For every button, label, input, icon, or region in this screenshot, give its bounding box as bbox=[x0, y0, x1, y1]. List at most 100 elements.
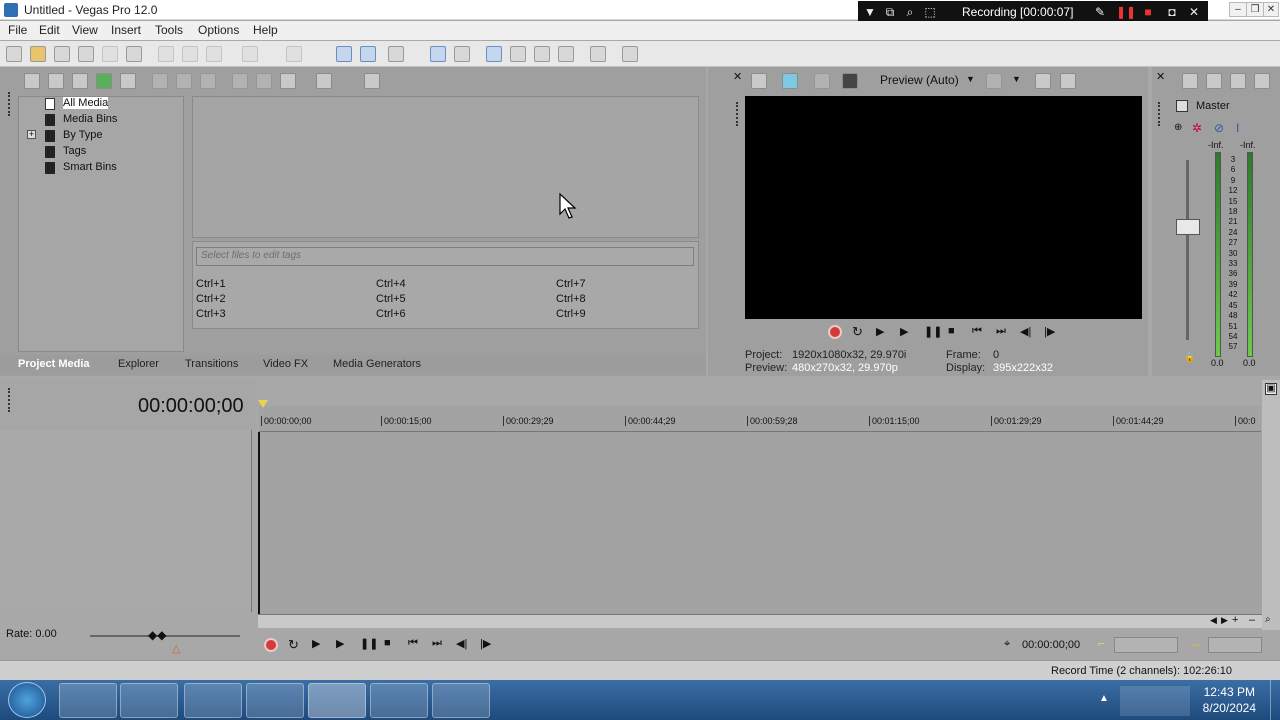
go-to-end-icon[interactable]: ⏭ bbox=[996, 325, 1010, 339]
new-project-icon[interactable] bbox=[6, 46, 22, 62]
menu-tools[interactable]: Tools bbox=[155, 23, 183, 37]
region-icon[interactable]: ⬚ bbox=[922, 4, 938, 20]
loop-playback-icon[interactable]: ↻ bbox=[852, 325, 866, 339]
cut-icon[interactable] bbox=[158, 46, 174, 62]
auto-crossfade-icon[interactable] bbox=[430, 46, 446, 62]
fx-icon[interactable]: ✲ bbox=[1192, 121, 1202, 135]
properties-media-icon[interactable] bbox=[176, 73, 192, 89]
taskbar-recorder-icon[interactable] bbox=[308, 683, 366, 718]
record-icon[interactable] bbox=[828, 325, 842, 339]
shortcut-ctrl-2[interactable]: Ctrl+2 bbox=[196, 293, 226, 305]
delete-icon[interactable] bbox=[152, 73, 168, 89]
external-monitor-icon[interactable] bbox=[782, 73, 798, 89]
previous-frame-icon[interactable]: ◀| bbox=[1020, 325, 1034, 339]
next-frame-icon[interactable]: |▶ bbox=[480, 637, 494, 651]
dock-handle[interactable] bbox=[1158, 102, 1162, 126]
rate-slider-handle-icon[interactable]: ◆◆ bbox=[148, 628, 166, 642]
zoom-edit-tool-icon[interactable] bbox=[558, 46, 574, 62]
taskbar-play-icon[interactable] bbox=[432, 683, 490, 718]
chevron-down-icon[interactable]: ▼ bbox=[966, 74, 975, 84]
overlays-icon[interactable] bbox=[986, 73, 1002, 89]
play-icon[interactable]: ▶ bbox=[900, 325, 914, 339]
get-media-web-icon[interactable] bbox=[72, 73, 88, 89]
chevron-down-icon[interactable]: ▼ bbox=[1012, 74, 1021, 84]
restore-button[interactable]: ❐ bbox=[1246, 2, 1264, 17]
preview-quality-dropdown[interactable]: Preview (Auto) bbox=[880, 73, 959, 87]
close-recorder-icon[interactable]: ✕ bbox=[1186, 4, 1202, 20]
pause-record-icon[interactable]: ❚❚ bbox=[1116, 4, 1136, 20]
undo-icon[interactable] bbox=[242, 46, 258, 62]
save-icon[interactable] bbox=[54, 46, 70, 62]
auto-preview-icon[interactable] bbox=[280, 73, 296, 89]
solo-icon[interactable]: I bbox=[1236, 121, 1239, 135]
snapping-icon[interactable] bbox=[388, 46, 404, 62]
cursor-time[interactable]: 00:00:00;00 bbox=[1022, 639, 1080, 651]
dropdown-icon[interactable]: ▼ bbox=[862, 4, 878, 20]
import-media-icon[interactable] bbox=[24, 73, 40, 89]
stop-record-icon[interactable]: ■ bbox=[1140, 4, 1156, 20]
envelope-edit-tool-icon[interactable] bbox=[510, 46, 526, 62]
shortcut-ctrl-8[interactable]: Ctrl+8 bbox=[556, 293, 586, 305]
pen-icon[interactable]: ✎ bbox=[1092, 4, 1108, 20]
lock-icon[interactable]: 🔒 bbox=[1184, 352, 1195, 363]
start-preview-icon[interactable] bbox=[232, 73, 248, 89]
redo-icon[interactable] bbox=[286, 46, 302, 62]
shortcut-ctrl-7[interactable]: Ctrl+7 bbox=[556, 278, 586, 290]
taskbar-7zip-icon[interactable] bbox=[370, 683, 428, 718]
copy-icon[interactable] bbox=[182, 46, 198, 62]
dock-handle[interactable] bbox=[8, 388, 12, 412]
vegas-app-icon[interactable] bbox=[4, 3, 18, 17]
next-frame-icon[interactable]: |▶ bbox=[1044, 325, 1058, 339]
copy-snapshot-icon[interactable] bbox=[1035, 73, 1051, 89]
camera-icon[interactable]: ◘ bbox=[1164, 4, 1180, 20]
taskbar-globe-icon[interactable] bbox=[184, 683, 242, 718]
tags-input[interactable]: Select files to edit tags bbox=[196, 247, 694, 266]
menu-options[interactable]: Options bbox=[198, 23, 239, 37]
minimize-button[interactable]: – bbox=[1229, 2, 1247, 17]
previous-frame-icon[interactable]: ◀| bbox=[456, 637, 470, 651]
open-icon[interactable] bbox=[30, 46, 46, 62]
tab-project-media[interactable]: Project Media bbox=[18, 358, 90, 370]
lock-envelopes-icon[interactable] bbox=[360, 46, 376, 62]
menu-file[interactable]: File bbox=[8, 23, 27, 37]
track-list[interactable] bbox=[0, 430, 252, 612]
go-to-start-icon[interactable]: ⏮ bbox=[972, 325, 986, 339]
views-icon[interactable] bbox=[316, 73, 332, 89]
tab-video-fx[interactable]: Video FX bbox=[263, 358, 308, 370]
mute-icon[interactable]: ⊘ bbox=[1214, 121, 1224, 135]
vertical-scrollbar[interactable] bbox=[1262, 380, 1280, 630]
scroll-right-icon[interactable]: ▶ bbox=[1221, 615, 1228, 626]
show-desktop-button[interactable] bbox=[1270, 680, 1280, 720]
taskbar-media-player-icon[interactable] bbox=[120, 683, 178, 718]
media-fx-icon[interactable] bbox=[120, 73, 136, 89]
stop-icon[interactable]: ■ bbox=[948, 325, 962, 339]
taskbar-vegas-icon[interactable] bbox=[59, 683, 117, 718]
tab-media-generators[interactable]: Media Generators bbox=[333, 358, 421, 370]
length-time-field[interactable] bbox=[1208, 637, 1262, 653]
capture-video-icon[interactable] bbox=[48, 73, 64, 89]
dock-handle[interactable] bbox=[736, 102, 740, 126]
dock-handle[interactable] bbox=[8, 92, 12, 116]
tab-explorer[interactable]: Explorer bbox=[118, 358, 159, 370]
start-button[interactable] bbox=[8, 682, 46, 718]
online-help-icon[interactable] bbox=[590, 46, 606, 62]
auto-ripple-icon[interactable] bbox=[336, 46, 352, 62]
normal-edit-tool-icon[interactable] bbox=[486, 46, 502, 62]
stop-icon[interactable]: ■ bbox=[384, 637, 398, 651]
master-fader-handle[interactable] bbox=[1176, 219, 1200, 235]
pan-icon[interactable]: ⊕ bbox=[1174, 122, 1182, 133]
track-area[interactable] bbox=[258, 432, 1262, 614]
ignore-grouping-icon[interactable] bbox=[454, 46, 470, 62]
whats-this-help-icon[interactable] bbox=[622, 46, 638, 62]
shortcut-ctrl-5[interactable]: Ctrl+5 bbox=[376, 293, 406, 305]
close-button[interactable]: ✕ bbox=[1263, 2, 1279, 17]
play-icon[interactable]: ▶ bbox=[336, 637, 350, 651]
add-bin-icon[interactable] bbox=[200, 73, 216, 89]
stop-preview-icon[interactable] bbox=[256, 73, 272, 89]
close-mixer-icon[interactable]: ✕ bbox=[1156, 70, 1165, 83]
timeline-ruler[interactable]: 00:00:00;00 00:00:15;00 00:00:29;29 00:0… bbox=[259, 406, 1261, 432]
shortcut-ctrl-1[interactable]: Ctrl+1 bbox=[196, 278, 226, 290]
preview-properties-icon[interactable] bbox=[751, 73, 767, 89]
downmix-icon[interactable] bbox=[1206, 73, 1222, 89]
dim-output-icon[interactable] bbox=[1230, 73, 1246, 89]
